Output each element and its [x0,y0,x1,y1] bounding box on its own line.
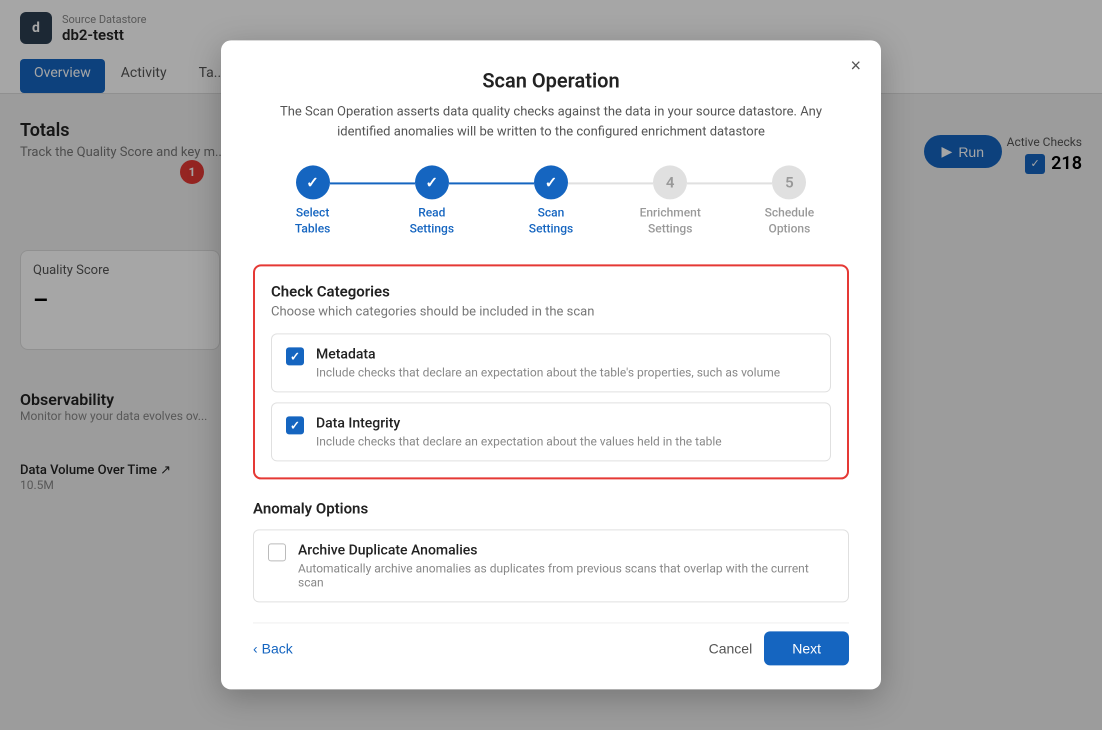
back-button-label: Back [262,641,293,657]
back-chevron-icon: ‹ [253,641,258,657]
archive-duplicates-checkbox[interactable] [268,544,286,562]
metadata-checkbox[interactable]: ✓ [286,348,304,366]
step-5: 5 ScheduleOptions [730,165,849,236]
step-4: 4 EnrichmentSettings [611,165,730,236]
cancel-button[interactable]: Cancel [709,641,753,657]
archive-duplicates-item[interactable]: Archive Duplicate Anomalies Automaticall… [253,530,849,603]
step-1-circle: ✓ [296,165,330,199]
scan-operation-modal: × Scan Operation The Scan Operation asse… [221,40,881,689]
data-integrity-label: Data Integrity [316,416,722,432]
check-categories-title: Check Categories [271,283,831,301]
step-5-label: ScheduleOptions [765,205,815,236]
step-3-circle: ✓ [534,165,568,199]
metadata-text: Metadata Include checks that declare an … [316,347,780,380]
step-2-label: ReadSettings [410,205,454,236]
step-4-circle: 4 [653,165,687,199]
step-2-circle: ✓ [415,165,449,199]
metadata-check-item[interactable]: ✓ Metadata Include checks that declare a… [271,334,831,393]
archive-duplicates-label: Archive Duplicate Anomalies [298,543,834,559]
archive-duplicates-text: Archive Duplicate Anomalies Automaticall… [298,543,834,590]
data-integrity-text: Data Integrity Include checks that decla… [316,416,722,449]
check-categories-section: Check Categories Choose which categories… [253,265,849,480]
step-3: ✓ ScanSettings [491,165,610,236]
step-2: ✓ ReadSettings [372,165,491,236]
step-3-label: ScanSettings [529,205,573,236]
next-button[interactable]: Next [764,632,849,666]
step-3-connector [568,182,653,184]
step-4-connector [687,182,772,184]
archive-duplicates-description: Automatically archive anomalies as dupli… [298,562,834,590]
data-integrity-checkbox[interactable]: ✓ [286,417,304,435]
step-1-label: SelectTables [295,205,330,236]
step-1-connector [330,182,415,184]
step-1: ✓ SelectTables [253,165,372,236]
modal-footer: ‹ Back Cancel Next [253,623,849,666]
close-button[interactable]: × [850,56,861,74]
metadata-description: Include checks that declare an expectati… [316,366,780,380]
data-integrity-description: Include checks that declare an expectati… [316,435,722,449]
modal-title: Scan Operation [253,68,849,92]
check-categories-subtitle: Choose which categories should be includ… [271,305,831,320]
anomaly-options-section: Anomaly Options Archive Duplicate Anomal… [253,500,849,603]
wizard-stepper: ✓ SelectTables ✓ ReadSettings ✓ ScanSett… [253,165,849,236]
step-4-label: EnrichmentSettings [640,205,701,236]
step-2-connector [449,182,534,184]
step-5-circle: 5 [772,165,806,199]
footer-right-actions: Cancel Next [709,632,849,666]
data-integrity-check-item[interactable]: ✓ Data Integrity Include checks that dec… [271,403,831,462]
anomaly-options-title: Anomaly Options [253,500,849,518]
back-button[interactable]: ‹ Back [253,641,293,657]
metadata-label: Metadata [316,347,780,363]
modal-description: The Scan Operation asserts data quality … [253,102,849,141]
